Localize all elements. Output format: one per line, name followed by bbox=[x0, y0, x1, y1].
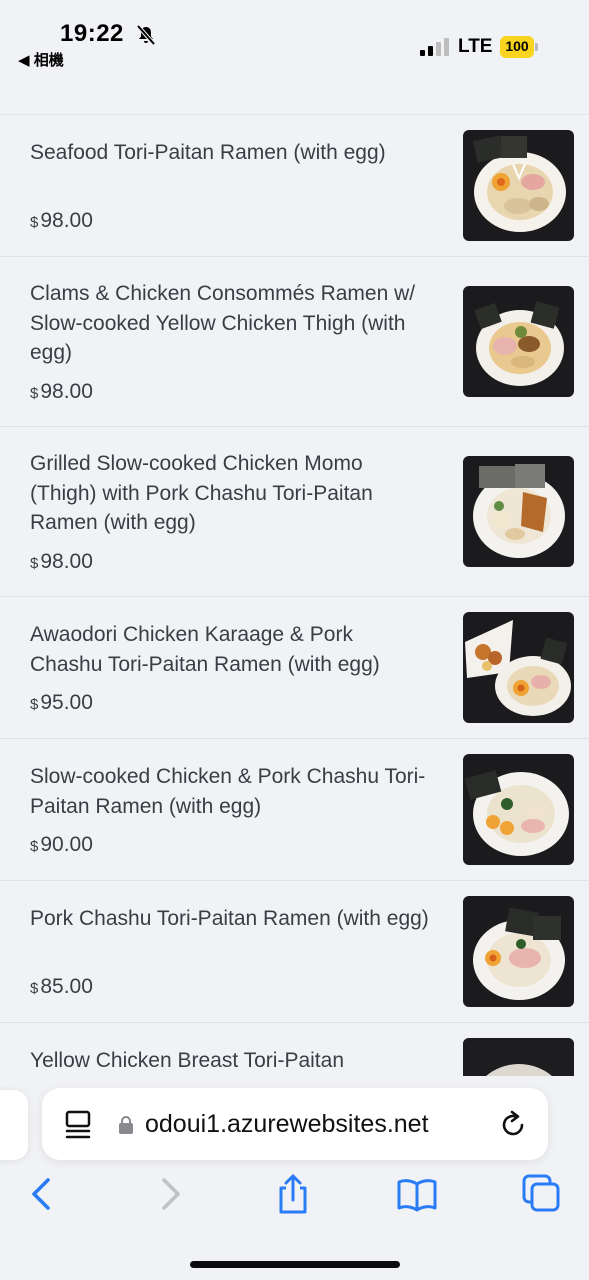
battery-indicator: 100 bbox=[500, 36, 538, 58]
item-photo[interactable] bbox=[463, 754, 574, 865]
item-photo[interactable] bbox=[463, 612, 574, 723]
tabs-icon[interactable] bbox=[520, 1172, 564, 1216]
signal-icon bbox=[420, 38, 449, 56]
price-value: 98.00 bbox=[40, 550, 93, 573]
item-name: Grilled Slow-cooked Chicken Momo (Thigh)… bbox=[30, 452, 373, 534]
item-photo[interactable] bbox=[463, 1038, 574, 1076]
item-price: $98.00 bbox=[30, 380, 93, 404]
price-value: 90.00 bbox=[40, 833, 93, 856]
item-price: $95.00 bbox=[30, 691, 93, 715]
bookmarks-icon[interactable] bbox=[395, 1172, 439, 1216]
item-photo[interactable] bbox=[463, 456, 574, 567]
price-value: 98.00 bbox=[40, 209, 93, 232]
item-photo[interactable] bbox=[463, 286, 574, 397]
share-icon[interactable] bbox=[271, 1172, 315, 1216]
battery-tip bbox=[535, 43, 538, 51]
menu-item[interactable]: Awaodori Chicken Karaage & Pork Chashu T… bbox=[0, 597, 589, 739]
item-name: Seafood Tori-Paitan Ramen (with egg) bbox=[30, 141, 386, 164]
price-value: 98.00 bbox=[40, 380, 93, 403]
menu-item[interactable]: Yellow Chicken Breast Tori-Paitan bbox=[0, 1023, 589, 1076]
menu-item[interactable]: Pork Chashu Tori-Paitan Ramen (with egg)… bbox=[0, 881, 589, 1023]
currency-symbol: $ bbox=[30, 980, 39, 997]
battery-level: 100 bbox=[505, 38, 529, 54]
item-name: Pork Chashu Tori-Paitan Ramen (with egg) bbox=[30, 907, 429, 930]
menu-item[interactable]: Slow-cooked Chicken & Pork Chashu Tori-P… bbox=[0, 739, 589, 881]
currency-symbol: $ bbox=[30, 555, 39, 572]
item-name: Slow-cooked Chicken & Pork Chashu Tori-P… bbox=[30, 765, 426, 818]
browser-toolbar: odoui1.azurewebsites.net bbox=[0, 1076, 589, 1280]
network-type: LTE bbox=[458, 36, 493, 57]
menu-item[interactable]: Grilled Slow-cooked Chicken Momo (Thigh)… bbox=[0, 427, 589, 597]
back-icon[interactable] bbox=[20, 1172, 64, 1216]
item-price: $90.00 bbox=[30, 833, 93, 857]
home-indicator bbox=[190, 1261, 400, 1268]
price-value: 95.00 bbox=[40, 691, 93, 714]
item-name: Clams & Chicken Consommés Ramen w/ Slow-… bbox=[30, 282, 416, 364]
item-name: Awaodori Chicken Karaage & Pork Chashu T… bbox=[30, 623, 380, 676]
item-photo[interactable] bbox=[463, 896, 574, 1007]
reload-icon[interactable] bbox=[498, 1110, 528, 1140]
currency-symbol: $ bbox=[30, 214, 39, 231]
lock-icon bbox=[119, 1116, 133, 1134]
back-to-camera-link[interactable]: ◀ 相機 bbox=[18, 49, 64, 70]
previous-tab-preview[interactable] bbox=[0, 1090, 28, 1160]
bell-muted-icon bbox=[136, 24, 156, 46]
item-name: Yellow Chicken Breast Tori-Paitan bbox=[30, 1049, 344, 1072]
url-text[interactable]: odoui1.azurewebsites.net bbox=[145, 1110, 429, 1139]
status-time: 19:22 bbox=[60, 20, 124, 47]
status-bar: 19:22 ◀ 相機 LTE 100 bbox=[0, 0, 589, 80]
reader-icon[interactable] bbox=[64, 1110, 92, 1140]
forward-icon[interactable] bbox=[148, 1172, 192, 1216]
item-price: $98.00 bbox=[30, 550, 93, 574]
item-price: $98.00 bbox=[30, 209, 93, 233]
menu-item[interactable]: Seafood Tori-Paitan Ramen (with egg) $98… bbox=[0, 115, 589, 257]
item-photo[interactable] bbox=[463, 130, 574, 241]
currency-symbol: $ bbox=[30, 385, 39, 402]
menu-item[interactable]: Clams & Chicken Consommés Ramen w/ Slow-… bbox=[0, 257, 589, 427]
currency-symbol: $ bbox=[30, 696, 39, 713]
price-value: 85.00 bbox=[40, 975, 93, 998]
menu-list: Seafood Tori-Paitan Ramen (with egg) $98… bbox=[0, 114, 589, 1076]
currency-symbol: $ bbox=[30, 838, 39, 855]
address-bar[interactable]: odoui1.azurewebsites.net bbox=[42, 1088, 548, 1160]
item-price: $85.00 bbox=[30, 975, 93, 999]
